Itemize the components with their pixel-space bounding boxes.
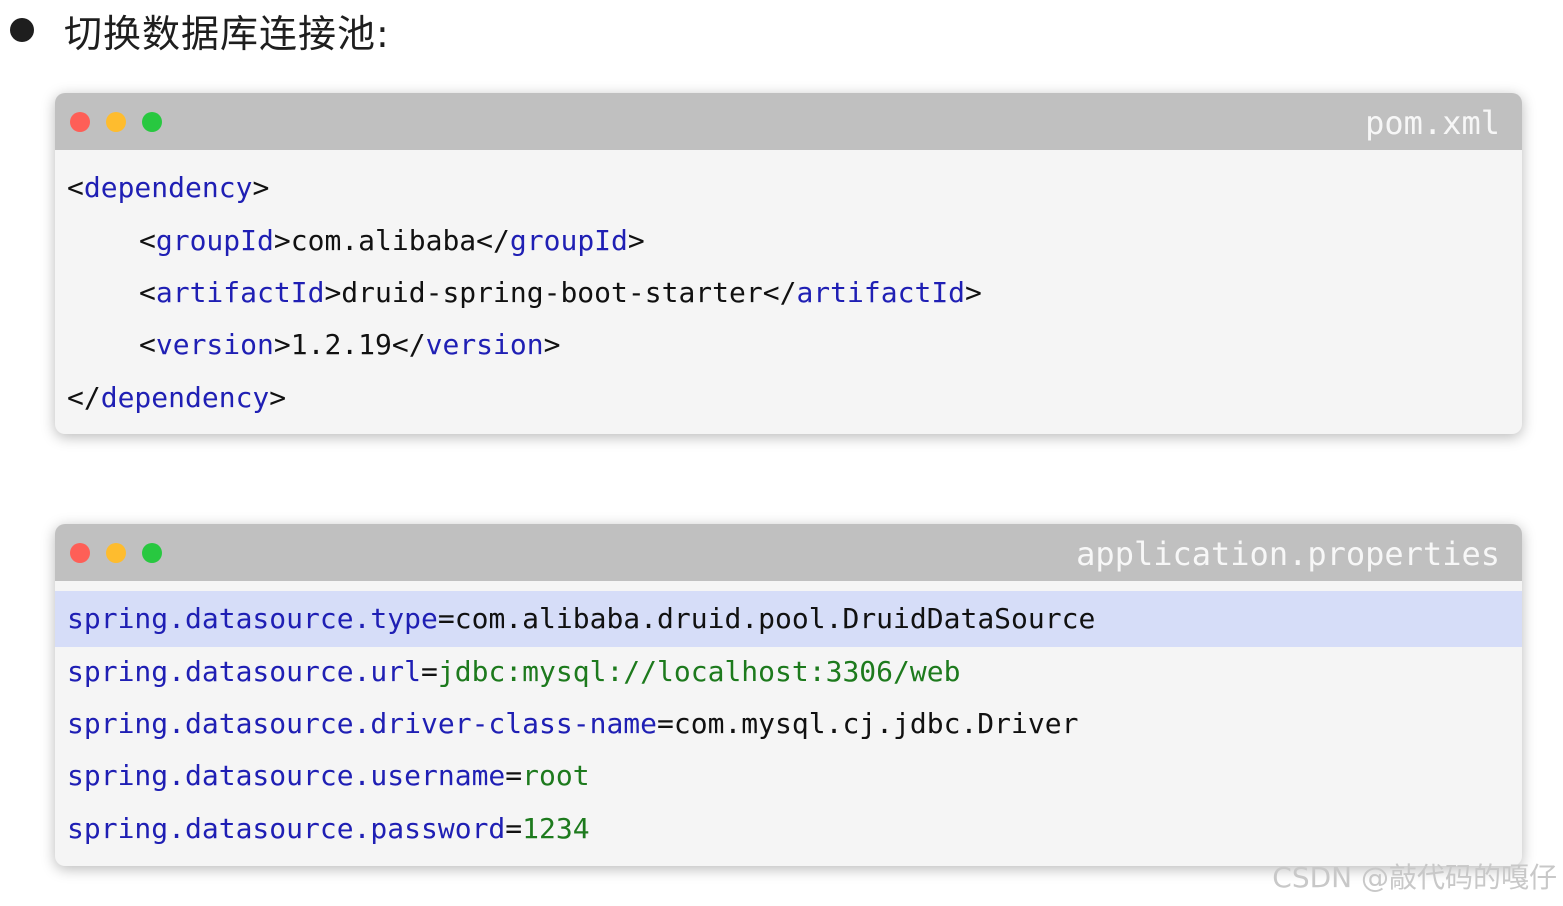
property-value: jdbc:mysql://localhost:3306/web bbox=[437, 655, 961, 688]
page: 切换数据库连接池: pom.xml <dependency> <groupId>… bbox=[0, 0, 1563, 906]
pom-titlebar: pom.xml bbox=[55, 93, 1522, 150]
code-punct: > bbox=[269, 381, 287, 414]
properties-filename: application.properties bbox=[1076, 535, 1500, 573]
property-line: spring.datasource.username=root bbox=[67, 750, 590, 802]
xml-text: 1.2.19 bbox=[290, 328, 392, 361]
code-punct: </ bbox=[391, 328, 426, 361]
property-line: spring.datasource.driver-class-name=com.… bbox=[67, 698, 1078, 750]
minimize-dot-icon[interactable] bbox=[106, 543, 126, 563]
bullet-icon bbox=[10, 18, 34, 42]
xml-tag: artifactId bbox=[155, 276, 325, 309]
property-line: spring.datasource.password=1234 bbox=[67, 803, 590, 855]
property-value: com.alibaba.druid.pool.DruidDataSource bbox=[454, 602, 1096, 635]
property-key: spring.datasource.driver-class-name bbox=[67, 707, 658, 740]
property-value: 1234 bbox=[522, 812, 590, 845]
code-punct: > bbox=[965, 276, 982, 309]
heading-text: 切换数据库连接池: bbox=[64, 11, 390, 56]
code-punct: > bbox=[627, 224, 645, 257]
xml-text: druid-spring-boot-starter bbox=[341, 276, 763, 309]
property-key: spring.datasource.username bbox=[67, 759, 506, 792]
section-heading: 切换数据库连接池: bbox=[10, 4, 390, 56]
code-line: </dependency> bbox=[67, 372, 286, 424]
xml-tag: dependency bbox=[100, 381, 270, 414]
property-equals: = bbox=[421, 655, 438, 688]
code-punct: > bbox=[273, 328, 291, 361]
code-punct: </ bbox=[762, 276, 797, 309]
code-line: <groupId>com.alibaba</groupId> bbox=[139, 215, 645, 267]
property-equals: = bbox=[437, 602, 455, 635]
property-value: root bbox=[522, 759, 590, 792]
xml-tag: groupId bbox=[509, 224, 628, 257]
close-dot-icon[interactable] bbox=[70, 112, 90, 132]
code-punct: > bbox=[324, 276, 342, 309]
code-line: <artifactId>druid-spring-boot-starter</a… bbox=[139, 267, 982, 319]
property-equals: = bbox=[505, 759, 523, 792]
code-punct: < bbox=[139, 276, 156, 309]
maximize-dot-icon[interactable] bbox=[142, 112, 162, 132]
xml-tag: dependency bbox=[83, 171, 253, 204]
xml-tag: version bbox=[425, 328, 544, 361]
minimize-dot-icon[interactable] bbox=[106, 112, 126, 132]
code-punct: </ bbox=[476, 224, 510, 257]
xml-tag: version bbox=[155, 328, 274, 361]
code-punct: < bbox=[139, 224, 156, 257]
xml-text: com.alibaba bbox=[290, 224, 477, 257]
code-punct: > bbox=[543, 328, 561, 361]
property-equals: = bbox=[657, 707, 674, 740]
xml-tag: artifactId bbox=[796, 276, 966, 309]
close-dot-icon[interactable] bbox=[70, 543, 90, 563]
csdn-watermark: CSDN @敲代码的嘎仔 bbox=[1272, 861, 1557, 894]
code-punct: > bbox=[273, 224, 291, 257]
maximize-dot-icon[interactable] bbox=[142, 543, 162, 563]
properties-titlebar: application.properties bbox=[55, 524, 1522, 581]
property-key: spring.datasource.password bbox=[67, 812, 506, 845]
code-punct: < bbox=[139, 328, 156, 361]
code-line: <version>1.2.19</version> bbox=[139, 319, 560, 371]
code-punct: > bbox=[252, 171, 270, 204]
code-punct: < bbox=[67, 171, 84, 204]
property-key: spring.datasource.url bbox=[67, 655, 422, 688]
properties-code-window: application.properties spring.datasource… bbox=[55, 524, 1522, 866]
property-line: spring.datasource.url=jdbc:mysql://local… bbox=[67, 646, 960, 698]
property-value: com.mysql.cj.jdbc.Driver bbox=[673, 707, 1079, 740]
code-line: <dependency> bbox=[67, 162, 269, 214]
property-equals: = bbox=[505, 812, 523, 845]
code-punct: </ bbox=[67, 381, 101, 414]
pom-code-window: pom.xml <dependency> <groupId>com.alibab… bbox=[55, 93, 1522, 434]
pom-filename: pom.xml bbox=[1365, 104, 1500, 142]
property-line: spring.datasource.type=com.alibaba.druid… bbox=[67, 593, 1095, 645]
xml-tag: groupId bbox=[155, 224, 274, 257]
property-key: spring.datasource.type bbox=[67, 602, 438, 635]
